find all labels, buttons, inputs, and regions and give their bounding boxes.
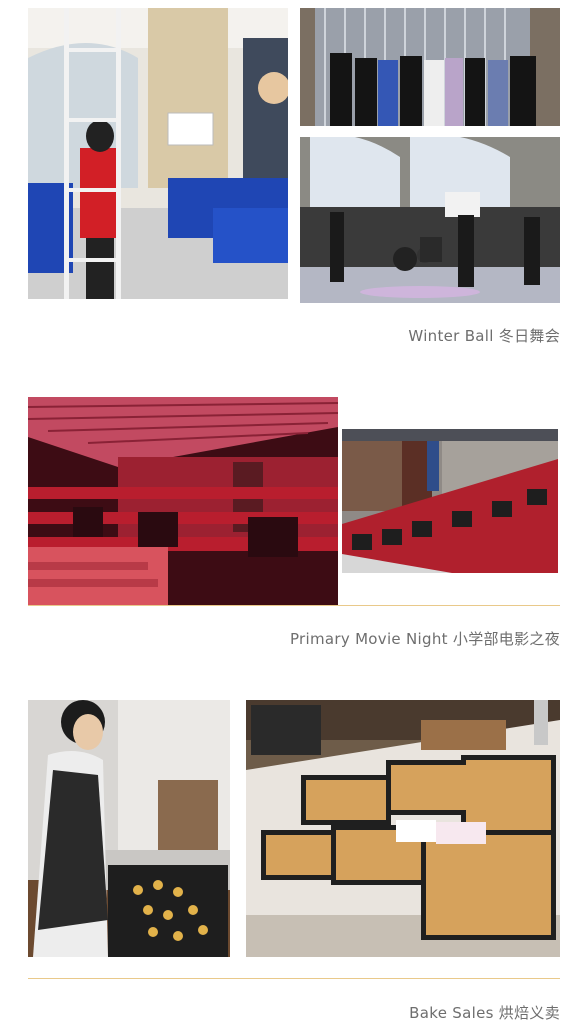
photo-baking-student xyxy=(28,700,230,957)
section-divider xyxy=(28,605,560,606)
caption-movie-night: Primary Movie Night 小学部电影之夜 xyxy=(289,630,560,648)
caption-winter-ball: Winter Ball 冬日舞会 xyxy=(408,327,560,345)
caption-bake-sales: Bake Sales 烘焙义卖 xyxy=(409,1004,560,1022)
section-divider xyxy=(28,978,560,979)
photo-theater-seats xyxy=(342,429,558,573)
photo-bake-sale-table xyxy=(246,700,560,957)
photo-theater-red xyxy=(28,397,338,605)
photo-band-performance xyxy=(300,137,560,303)
photo-group-stage xyxy=(300,8,560,126)
photo-hall-ladder xyxy=(28,8,288,299)
